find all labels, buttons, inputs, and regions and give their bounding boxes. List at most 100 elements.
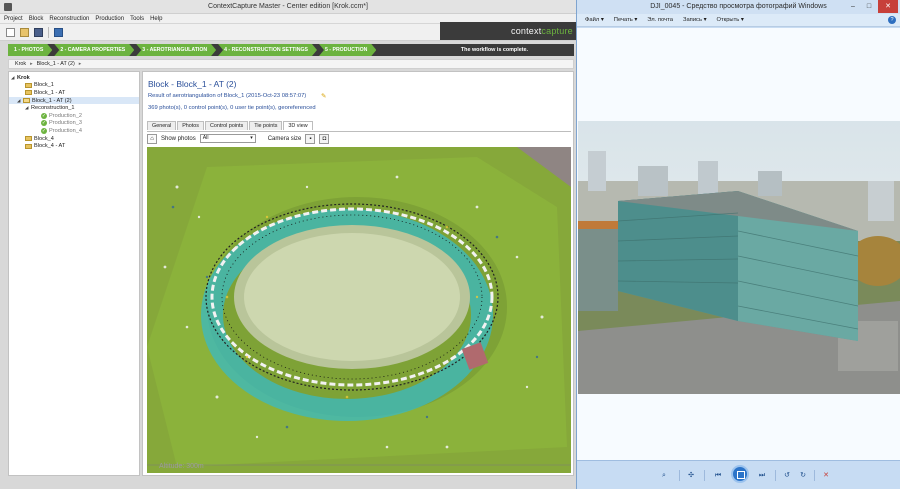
tree-item-label: Production_2	[49, 112, 82, 119]
tab-strip: General Photos Control points Tie points…	[147, 121, 314, 130]
check-icon: ✓	[41, 120, 47, 127]
tree-item-label: Block_4	[34, 135, 54, 142]
menu-email[interactable]: Эл. почта	[647, 17, 673, 23]
tree-item-label: Block_1 - AT	[34, 89, 66, 96]
tree-item-block-1-at[interactable]: Block_1 - AT	[9, 89, 139, 97]
folder-icon	[25, 82, 32, 88]
workflow-bar: 1 - PHOTOS 2 - CAMERA PROPERTIES 3 - AER…	[8, 44, 574, 56]
edit-pencil-icon[interactable]: ✎	[321, 92, 326, 100]
tree-item-block-4[interactable]: Block_4	[9, 135, 139, 143]
workflow-step-photos[interactable]: 1 - PHOTOS	[8, 44, 52, 56]
viewer-controls: ⌕ ✣ ⏮ ⏭ ↺ ↻ ✕	[577, 460, 900, 489]
toolbar-divider	[704, 470, 705, 481]
folder-icon	[25, 90, 32, 96]
minimize-icon[interactable]: –	[846, 0, 860, 13]
tree-item-label: Krok	[17, 74, 30, 81]
tree-item-krok[interactable]: ◢ Krok	[9, 74, 139, 82]
block-detail-panel: Block - Block_1 - AT (2) Result of aerot…	[142, 71, 574, 476]
previous-icon[interactable]: ⏮	[711, 470, 725, 481]
close-icon[interactable]: ✕	[878, 0, 898, 13]
rotate-right-icon[interactable]: ↻	[797, 470, 809, 481]
tree-item-label: Block_4 - AT	[34, 143, 66, 150]
workflow-step-camera-properties[interactable]: 2 - CAMERA PROPERTIES	[54, 44, 134, 56]
aerial-photo-drawing	[578, 121, 900, 394]
home-view-icon[interactable]: ⌂	[147, 133, 157, 144]
rotate-left-icon[interactable]: ↺	[781, 470, 793, 481]
window-title: ContextCapture Master - Center edition […	[208, 3, 368, 10]
menu-production[interactable]: Production	[95, 16, 124, 22]
menu-block[interactable]: Block	[29, 16, 44, 22]
zoom-icon[interactable]: ⌕	[657, 470, 671, 481]
brand-logo: contextcapture	[511, 26, 573, 36]
photo-viewer-window: DJI_0045 - Средство просмотра фотографий…	[576, 0, 900, 489]
breadcrumb-krok[interactable]: Krok	[15, 61, 26, 67]
toolbar-divider	[679, 470, 680, 481]
help-icon[interactable]: ?	[888, 16, 896, 24]
tree-item-label: Production_3	[49, 120, 82, 127]
block-summary: 369 photo(s), 0 control point(s), 0 user…	[148, 105, 316, 111]
workflow-step-reconstruction-settings[interactable]: 4 - RECONSTRUCTION SETTINGS	[218, 44, 317, 56]
tree-item-production-3[interactable]: ✓ Production_3	[9, 120, 139, 128]
folder-icon	[25, 136, 32, 142]
delete-icon[interactable]: ✕	[820, 470, 832, 481]
slideshow-icon[interactable]	[731, 465, 749, 483]
wpv-menubar: Файл ▾ Печать ▾ Эл. почта Запись ▾ Откры…	[577, 14, 900, 27]
maximize-icon[interactable]: □	[862, 0, 876, 13]
new-project-icon[interactable]	[6, 27, 15, 37]
at-result-link[interactable]: Result of aerotriangulation of Block_1 (…	[148, 93, 306, 99]
aerial-photo	[578, 121, 900, 394]
folder-icon	[23, 98, 30, 104]
next-icon[interactable]: ⏭	[755, 470, 769, 481]
menu-file[interactable]: Файл ▾	[585, 17, 604, 23]
workflow-status: The workflow is complete.	[460, 47, 528, 53]
tree-item-production-4[interactable]: ✓ Production_4	[9, 127, 139, 135]
page-title: Block - Block_1 - AT (2)	[148, 79, 237, 89]
menu-burn[interactable]: Запись ▾	[683, 17, 707, 23]
photo-viewer-icon[interactable]	[54, 27, 63, 37]
project-tree: ◢ Krok Block_1 Block_1 - AT ◢ Block_1 - …	[8, 71, 140, 476]
cc-titlebar: ContextCapture Master - Center edition […	[0, 0, 576, 14]
tree-item-block-1-at-2[interactable]: ◢ Block_1 - AT (2)	[9, 96, 139, 105]
camera-large-icon[interactable]: ◘	[319, 133, 330, 144]
tree-item-label: Production_4	[49, 127, 82, 134]
camera-size-label: Camera size	[267, 135, 302, 142]
tab-control-points[interactable]: Control points	[204, 121, 249, 130]
tab-photos[interactable]: Photos	[177, 121, 204, 130]
folder-icon	[25, 143, 32, 149]
show-photos-select[interactable]: All	[199, 134, 256, 143]
toolbar-divider	[48, 26, 49, 38]
show-photos-label: Show photos	[161, 135, 196, 142]
wpv-titlebar: DJI_0045 - Средство просмотра фотографий…	[577, 0, 900, 14]
workflow-step-production[interactable]: 5 - PRODUCTION	[319, 44, 376, 56]
breadcrumb-arrow-icon: ▸	[30, 61, 33, 67]
menu-tools[interactable]: Tools	[130, 16, 144, 22]
menu-reconstruction[interactable]: Reconstruction	[49, 16, 89, 22]
save-project-icon[interactable]	[34, 27, 43, 37]
open-project-icon[interactable]	[20, 27, 29, 37]
photo-view-area	[577, 28, 900, 460]
tree-item-reconstruction-1[interactable]: ◢ Reconstruction_1	[9, 104, 139, 112]
3d-viewport[interactable]: Altitude: 300m	[147, 147, 571, 473]
altitude-readout: Altitude: 300m	[159, 463, 204, 470]
tab-tie-points[interactable]: Tie points	[249, 121, 283, 130]
camera-small-icon[interactable]: ▪	[305, 133, 316, 144]
menu-print[interactable]: Печать ▾	[614, 17, 638, 23]
toolbar-divider	[814, 470, 815, 481]
tree-item-production-2[interactable]: ✓ Production_2	[9, 112, 139, 120]
view-toolbar: ⌂ Show photos All Camera size ▪ ◘	[147, 131, 571, 145]
tab-general[interactable]: General	[147, 121, 177, 130]
menu-project[interactable]: Project	[4, 16, 23, 22]
menu-open[interactable]: Открыть ▾	[717, 17, 744, 23]
tab-3d-view[interactable]: 3D view	[283, 121, 313, 130]
breadcrumb-block[interactable]: Block_1 - AT (2)	[37, 61, 75, 67]
tree-item-label: Block_1 - AT (2)	[32, 97, 72, 104]
menu-help[interactable]: Help	[150, 16, 162, 22]
fit-icon[interactable]: ✣	[685, 470, 697, 481]
check-icon: ✓	[41, 127, 47, 134]
tree-item-label: Block_1	[34, 82, 54, 89]
check-icon: ✓	[41, 112, 47, 119]
tie-point-cloud	[147, 147, 571, 473]
tree-item-block-4-at[interactable]: Block_4 - AT	[9, 142, 139, 150]
tree-item-block-1[interactable]: Block_1	[9, 82, 139, 90]
workflow-step-aerotriangulation[interactable]: 3 - AEROTRIANGULATION	[136, 44, 216, 56]
